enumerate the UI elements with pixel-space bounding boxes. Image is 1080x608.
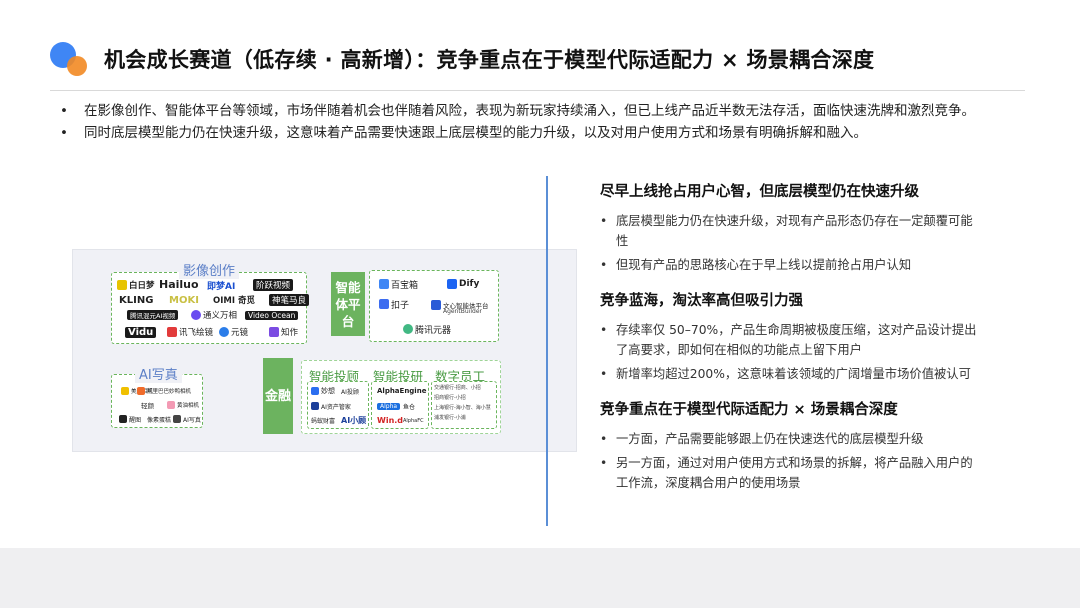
logo-kouzi: 扣子 bbox=[379, 297, 409, 311]
digital-staff-line: 上海银行-海小智、海小慧 bbox=[434, 405, 491, 411]
logo-dify: Dify bbox=[447, 277, 479, 291]
logo-vidu: Vidu bbox=[125, 325, 157, 339]
logo-alibaba: 阿里巴巴 bbox=[137, 384, 169, 398]
logo-baibaoxiang: 百宝箱 bbox=[379, 277, 418, 291]
portrait-label: AI写真 bbox=[135, 364, 182, 383]
page-title: 机会成长赛道（低存续 · 高新增）：竞争重点在于模型代际适配力 × 场景耦合深度 bbox=[104, 48, 875, 72]
brand-dots-icon bbox=[50, 42, 92, 78]
logo-qingyan: 轻颜 bbox=[141, 402, 154, 410]
logo-aixiaogu: AI小顾 bbox=[341, 415, 367, 425]
section-point: 一方面，产品需要能够跟上仍在快速迭代的底层模型升级 bbox=[600, 429, 980, 449]
section-point: 存续率仅 50–70%，产品生命周期被极度压缩，这对产品设计提出了高要求，即如何… bbox=[600, 320, 980, 360]
section-point: 底层模型能力仍在快速升级，对现有产品形态仍存在一定颠覆可能性 bbox=[600, 211, 980, 251]
ecosystem-diagram: 影像创作 白日梦 Hailuo 即梦AI 阶跃视频 KLING MOKI OIM… bbox=[72, 249, 577, 452]
agent-platform-label: 智能体平台 bbox=[331, 272, 365, 336]
logo-tongyi: 通义万相 bbox=[191, 308, 237, 322]
logo-miaoxiang: 妙想 bbox=[311, 384, 335, 398]
right-column: 尽早上线抢占用户心智，但底层模型仍在快速升级 底层模型能力仍在快速升级，对现有产… bbox=[600, 180, 980, 507]
logo-aitougu: AI投顾 bbox=[341, 388, 359, 396]
column-divider bbox=[546, 176, 548, 526]
section-point: 新增率均超过200%，这意味着该领域的广阔增量市场价值被认可 bbox=[600, 364, 980, 384]
logo-zichanguanjia: AI资产管家 bbox=[311, 399, 351, 413]
logo-yuanqi: 腾讯元器 bbox=[403, 322, 451, 336]
logo-oimi: OIMI 奇觅 bbox=[213, 296, 255, 306]
section-blue-ocean: 竞争蓝海，淘汰率高但吸引力强 存续率仅 50–70%，产品生命周期被极度压缩，这… bbox=[600, 289, 980, 384]
section-title: 竞争重点在于模型代际适配力 × 场景耦合深度 bbox=[600, 402, 898, 418]
logo-zhizuo: 知作 bbox=[269, 325, 298, 339]
logo-alphafc: AlphaFC bbox=[403, 418, 424, 424]
logo-jieyue: 阶跃视频 bbox=[253, 278, 294, 292]
section-competition-focus: 竞争重点在于模型代际适配力 × 场景耦合深度 一方面，产品需要能够跟上仍在快速迭… bbox=[600, 398, 980, 493]
logo-huangyou: 黄油相机 bbox=[167, 398, 199, 412]
logo-hunyuan: 腾讯混元AI视频 bbox=[127, 308, 179, 322]
logo-jimeng: 即梦AI bbox=[207, 281, 236, 292]
logo-hailuo: Hailuo bbox=[159, 277, 199, 291]
digital-staff-line: 招商银行-小招 bbox=[434, 395, 466, 401]
footer-band bbox=[0, 548, 1080, 608]
section-point: 但现有产品的思路核心在于早上线以提前抢占用户认知 bbox=[600, 255, 980, 275]
intro-bullet: 在影像创作、智能体平台等领域，市场伴随着机会也伴随着风险，表现为新玩家持续涌入，… bbox=[60, 100, 1020, 122]
logo-xiangsu: 像素蛋糕 bbox=[147, 416, 172, 424]
intro-bullet: 同时底层模型能力仍在快速升级，这意味着产品需要快速跟上底层模型的能力升级，以及对… bbox=[60, 122, 1020, 144]
section-title: 尽早上线抢占用户心智，但底层模型仍在快速升级 bbox=[600, 184, 919, 200]
digital-staff-line: 浦发银行-小浦 bbox=[434, 415, 466, 421]
section-early-launch: 尽早上线抢占用户心智，但底层模型仍在快速升级 底层模型能力仍在快速升级，对现有产… bbox=[600, 180, 980, 275]
logo-shenbi: 神笔马良 bbox=[269, 293, 310, 307]
logo-kling: KLING bbox=[119, 294, 154, 306]
logo-bairimeng: 白日梦 bbox=[117, 278, 155, 292]
logo-agentbuilder: AgentBuilder bbox=[443, 308, 482, 315]
logo-videoocean: Video Ocean bbox=[245, 308, 299, 322]
logo-xunfei: 讯飞绘镜 bbox=[167, 325, 213, 339]
digital-staff-line: 交通银行-招商、小招 bbox=[434, 385, 481, 391]
title-divider bbox=[50, 90, 1025, 91]
logo-moki: MOKI bbox=[169, 294, 199, 306]
logo-xingtu: 醒图 bbox=[119, 412, 141, 426]
intro-bullets: 在影像创作、智能体平台等领域，市场伴随着机会也伴随着风险，表现为新玩家持续涌入，… bbox=[60, 100, 1020, 144]
logo-alpha: Alpha bbox=[377, 399, 401, 413]
section-title: 竞争蓝海，淘汰率高但吸引力强 bbox=[600, 293, 803, 309]
section-point: 另一方面，通过对用户使用方式和场景的拆解，将产品融入用户的工作流，深度耦合用户的… bbox=[600, 453, 980, 493]
logo-mayicaifu: 蚂蚁财富 bbox=[311, 417, 336, 425]
logo-alphaengine: AlphaEngine bbox=[377, 387, 427, 395]
logo-wind: Win.d bbox=[377, 415, 404, 425]
logo-yucang: 鱼仓 bbox=[403, 403, 416, 411]
logo-aixiezhen: AI写真 bbox=[173, 412, 201, 426]
logo-yuanjing: 元镜 bbox=[219, 325, 248, 339]
logo-miaoya: 妙鸭相机 bbox=[169, 389, 192, 395]
finance-label: 金融 bbox=[263, 358, 293, 434]
